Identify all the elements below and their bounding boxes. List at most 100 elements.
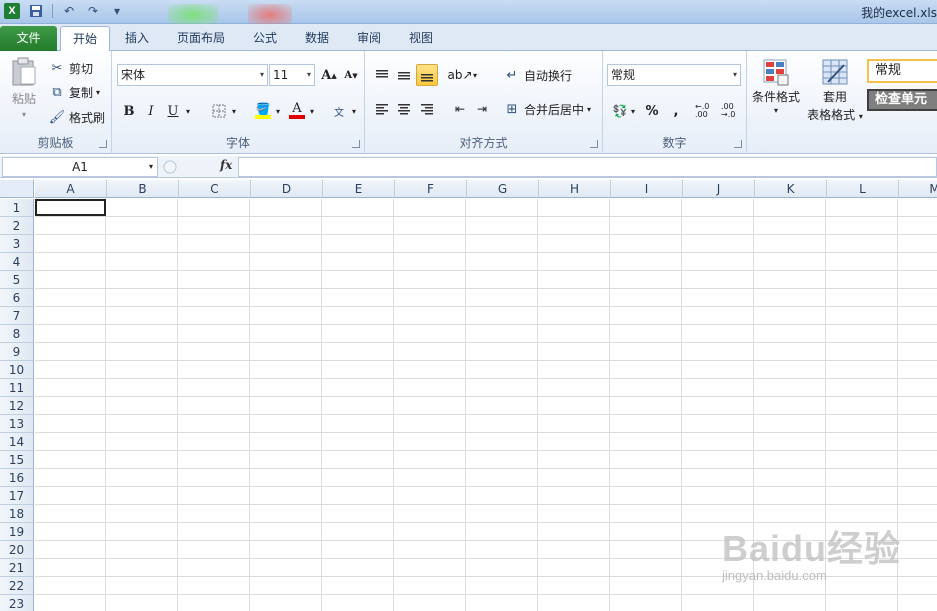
fill-color-dropdown-icon[interactable]: ▾ (272, 100, 284, 122)
align-top-button[interactable] (371, 64, 393, 86)
row-header-17[interactable]: 17 (0, 487, 34, 505)
column-header-c[interactable]: C (179, 180, 251, 198)
row-header-4[interactable]: 4 (0, 253, 34, 271)
row-header-18[interactable]: 18 (0, 505, 34, 523)
font-name-combo[interactable]: 宋体 ▾ (117, 64, 268, 86)
column-header-d[interactable]: D (251, 180, 323, 198)
percent-button[interactable]: % (641, 100, 663, 122)
column-header-k[interactable]: K (755, 180, 827, 198)
column-header-g[interactable]: G (467, 180, 539, 198)
column-header-a[interactable]: A (35, 180, 107, 198)
tab-formulas[interactable]: 公式 (245, 26, 285, 51)
row-header-21[interactable]: 21 (0, 559, 34, 577)
name-box[interactable]: A1 ▾ (2, 157, 158, 177)
row-header-11[interactable]: 11 (0, 379, 34, 397)
row-header-19[interactable]: 19 (0, 523, 34, 541)
row-header-13[interactable]: 13 (0, 415, 34, 433)
currency-dropdown-icon[interactable]: ▾ (627, 100, 639, 122)
row-header-7[interactable]: 7 (0, 307, 34, 325)
increase-indent-button[interactable]: ⇥ (471, 98, 493, 120)
clipboard-launcher-icon[interactable] (99, 140, 107, 148)
format-as-table-button[interactable]: 套用 表格格式 ▾ (805, 57, 865, 123)
active-cell[interactable] (35, 199, 106, 216)
row-header-16[interactable]: 16 (0, 469, 34, 487)
formula-splitter-icon[interactable] (162, 159, 184, 175)
column-header-j[interactable]: J (683, 180, 755, 198)
align-middle-button[interactable] (393, 64, 415, 86)
column-header-h[interactable]: H (539, 180, 611, 198)
row-header-9[interactable]: 9 (0, 343, 34, 361)
align-center-button[interactable] (393, 98, 415, 120)
font-size-combo[interactable]: 11 ▾ (269, 64, 315, 86)
grow-font-button[interactable]: A ▲ (318, 64, 340, 86)
tab-home[interactable]: 开始 (60, 26, 110, 51)
number-format-combo[interactable]: 常规 ▾ (607, 64, 741, 86)
undo-icon[interactable]: ↶ (61, 3, 77, 19)
excel-logo-icon[interactable]: X (4, 3, 20, 19)
decrease-decimal-button[interactable]: .00 →.0 (721, 100, 747, 122)
row-header-6[interactable]: 6 (0, 289, 34, 307)
phonetic-button[interactable]: 文 (328, 100, 350, 122)
row-header-23[interactable]: 23 (0, 595, 34, 611)
cell-area[interactable] (35, 199, 937, 611)
row-header-5[interactable]: 5 (0, 271, 34, 289)
align-right-button[interactable] (416, 98, 438, 120)
comma-button[interactable]: , (665, 100, 687, 122)
tab-page-layout[interactable]: 页面布局 (172, 26, 230, 51)
font-color-button[interactable]: A (286, 100, 308, 122)
number-launcher-icon[interactable] (734, 140, 742, 148)
column-header-b[interactable]: B (107, 180, 179, 198)
align-bottom-button[interactable] (416, 64, 438, 86)
underline-dropdown-icon[interactable]: ▾ (182, 100, 194, 122)
conditional-formatting-button[interactable]: 条件格式 ▾ (751, 57, 801, 115)
paste-button[interactable]: 粘贴 ▾ (6, 57, 42, 119)
cell-style-check[interactable]: 检查单元 (867, 89, 937, 111)
column-header-f[interactable]: F (395, 180, 467, 198)
fill-color-button[interactable]: 🪣 (252, 100, 274, 122)
font-color-dropdown-icon[interactable]: ▾ (306, 100, 318, 122)
row-header-22[interactable]: 22 (0, 577, 34, 595)
row-header-2[interactable]: 2 (0, 217, 34, 235)
wrap-text-button[interactable]: ↵ 自动换行 (503, 66, 572, 84)
row-header-12[interactable]: 12 (0, 397, 34, 415)
tab-insert[interactable]: 插入 (118, 26, 156, 51)
tab-data[interactable]: 数据 (297, 26, 337, 51)
cut-button[interactable]: ✂ 剪切 (48, 59, 93, 77)
row-header-15[interactable]: 15 (0, 451, 34, 469)
font-launcher-icon[interactable] (352, 140, 360, 148)
row-header-8[interactable]: 8 (0, 325, 34, 343)
tab-file[interactable]: 文件 (0, 26, 57, 51)
row-header-10[interactable]: 10 (0, 361, 34, 379)
border-dropdown-icon[interactable]: ▾ (228, 100, 240, 122)
column-header-e[interactable]: E (323, 180, 395, 198)
cell-style-normal[interactable]: 常规 (867, 59, 937, 83)
column-header-m[interactable]: M (899, 180, 937, 198)
select-all-corner[interactable] (0, 180, 34, 198)
alignment-launcher-icon[interactable] (590, 140, 598, 148)
merge-center-button[interactable]: ⊞ 合并后居中 ▾ (503, 100, 591, 118)
column-header-l[interactable]: L (827, 180, 899, 198)
copy-button[interactable]: ⧉ 复制 ▾ (48, 83, 100, 101)
tab-review[interactable]: 审阅 (349, 26, 389, 51)
row-header-20[interactable]: 20 (0, 541, 34, 559)
italic-button[interactable]: I (140, 100, 162, 122)
column-header-i[interactable]: I (611, 180, 683, 198)
row-header-1[interactable]: 1 (0, 199, 34, 217)
orientation-dropdown-icon[interactable]: ▾ (469, 64, 481, 86)
format-painter-button[interactable]: 🖌 格式刷 (48, 108, 105, 126)
formula-input[interactable] (238, 157, 937, 177)
orientation-button[interactable]: ab↗ (447, 64, 472, 86)
bold-button[interactable]: B (118, 100, 140, 122)
shrink-font-button[interactable]: A ▼ (340, 64, 362, 86)
underline-button[interactable]: U (162, 100, 184, 122)
align-left-button[interactable] (371, 98, 393, 120)
save-icon[interactable] (28, 3, 44, 19)
row-header-14[interactable]: 14 (0, 433, 34, 451)
increase-decimal-button[interactable]: ←.0 .00 (695, 100, 721, 122)
insert-function-icon[interactable]: fx (220, 158, 232, 172)
row-header-3[interactable]: 3 (0, 235, 34, 253)
decrease-indent-button[interactable]: ⇤ (449, 98, 471, 120)
border-button[interactable] (208, 100, 230, 122)
phonetic-dropdown-icon[interactable]: ▾ (348, 100, 360, 122)
customize-qat-icon[interactable]: ▾ (109, 3, 125, 19)
